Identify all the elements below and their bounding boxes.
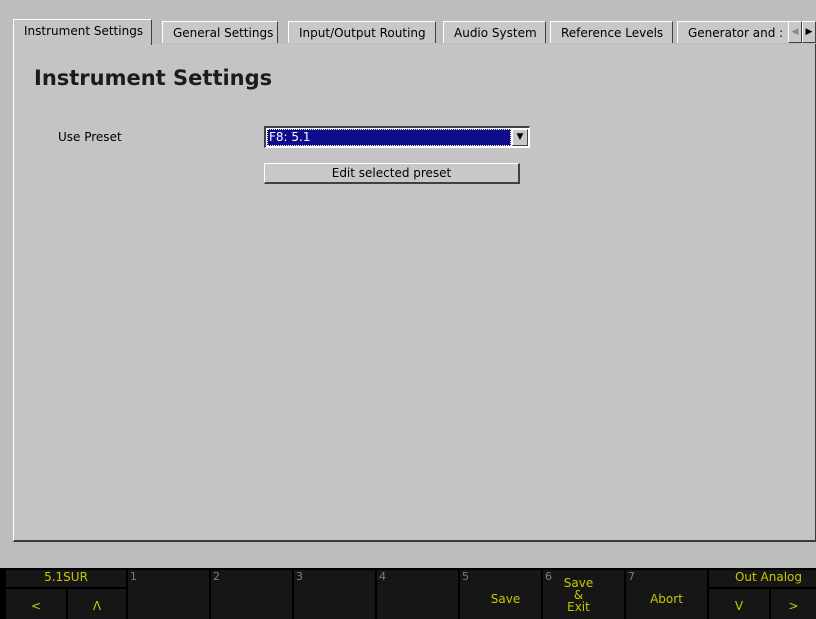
tab-generator[interactable]: Generator and : <box>677 21 789 43</box>
mode-label: 5.1SUR <box>44 570 88 584</box>
down-arrow-icon: V <box>734 599 744 613</box>
softkey-5-number: 5 <box>462 570 469 583</box>
softkey-3-number: 3 <box>296 570 303 583</box>
softkey-1-number: 1 <box>130 570 137 583</box>
tab-audio-system[interactable]: Audio System <box>443 21 546 43</box>
save-label: Save <box>490 592 521 606</box>
tab-scroll-left-icon[interactable]: ◀ <box>788 21 802 43</box>
softkey-abort[interactable]: 7 Abort <box>626 570 707 619</box>
preset-select[interactable]: F8: 5.1 ▼ <box>264 126 530 148</box>
tab-bar: Instrument Settings General Settings Inp… <box>13 19 816 45</box>
save-exit-label-3: Exit <box>567 600 590 614</box>
left-arrow-icon: < <box>30 599 42 613</box>
softkey-save-exit[interactable]: 6 Save & Exit <box>543 570 624 619</box>
softkey-2-number: 2 <box>213 570 220 583</box>
out-analog-label: Out Analog <box>734 570 802 584</box>
page-title: Instrument Settings <box>34 66 273 90</box>
softkey-up[interactable]: Λ <box>68 589 126 619</box>
edit-preset-button[interactable]: Edit selected preset <box>264 163 520 184</box>
softkey-right[interactable]: > <box>771 589 816 619</box>
softkey-mode[interactable]: 5.1SUR <box>6 570 126 587</box>
settings-panel: Instrument Settings Use Preset F8: 5.1 ▼… <box>13 44 816 542</box>
tab-general-settings[interactable]: General Settings <box>162 21 278 43</box>
right-arrow-icon: > <box>788 599 799 613</box>
up-arrow-icon: Λ <box>92 599 102 613</box>
softkey-down[interactable]: V <box>709 589 769 619</box>
abort-label: Abort <box>650 592 683 606</box>
softkey-save[interactable]: 5 Save <box>460 570 541 619</box>
softkey-7-number: 7 <box>628 570 635 583</box>
softkey-4-number: 4 <box>379 570 386 583</box>
tab-instrument-settings[interactable]: Instrument Settings <box>13 19 152 45</box>
tab-scroll-right-icon[interactable]: ▶ <box>802 21 816 43</box>
preset-select-value[interactable]: F8: 5.1 <box>267 129 511 146</box>
softkey-2[interactable]: 2 <box>211 570 292 619</box>
softkey-4[interactable]: 4 <box>377 570 458 619</box>
tab-reference-levels[interactable]: Reference Levels <box>550 21 673 43</box>
dropdown-arrow-icon[interactable]: ▼ <box>512 129 528 146</box>
tab-scroll: ◀ ▶ <box>788 21 816 43</box>
softkey-1[interactable]: 1 <box>128 570 209 619</box>
softkey-bar: 5.1SUR < Λ 1 2 3 4 5 Save 6 Save & Exit … <box>0 568 816 619</box>
softkey-out[interactable]: Out Analog <box>709 570 816 587</box>
tab-input-output-routing[interactable]: Input/Output Routing <box>288 21 436 43</box>
softkey-3[interactable]: 3 <box>294 570 375 619</box>
use-preset-label: Use Preset <box>58 130 122 144</box>
softkey-left[interactable]: < <box>6 589 66 619</box>
